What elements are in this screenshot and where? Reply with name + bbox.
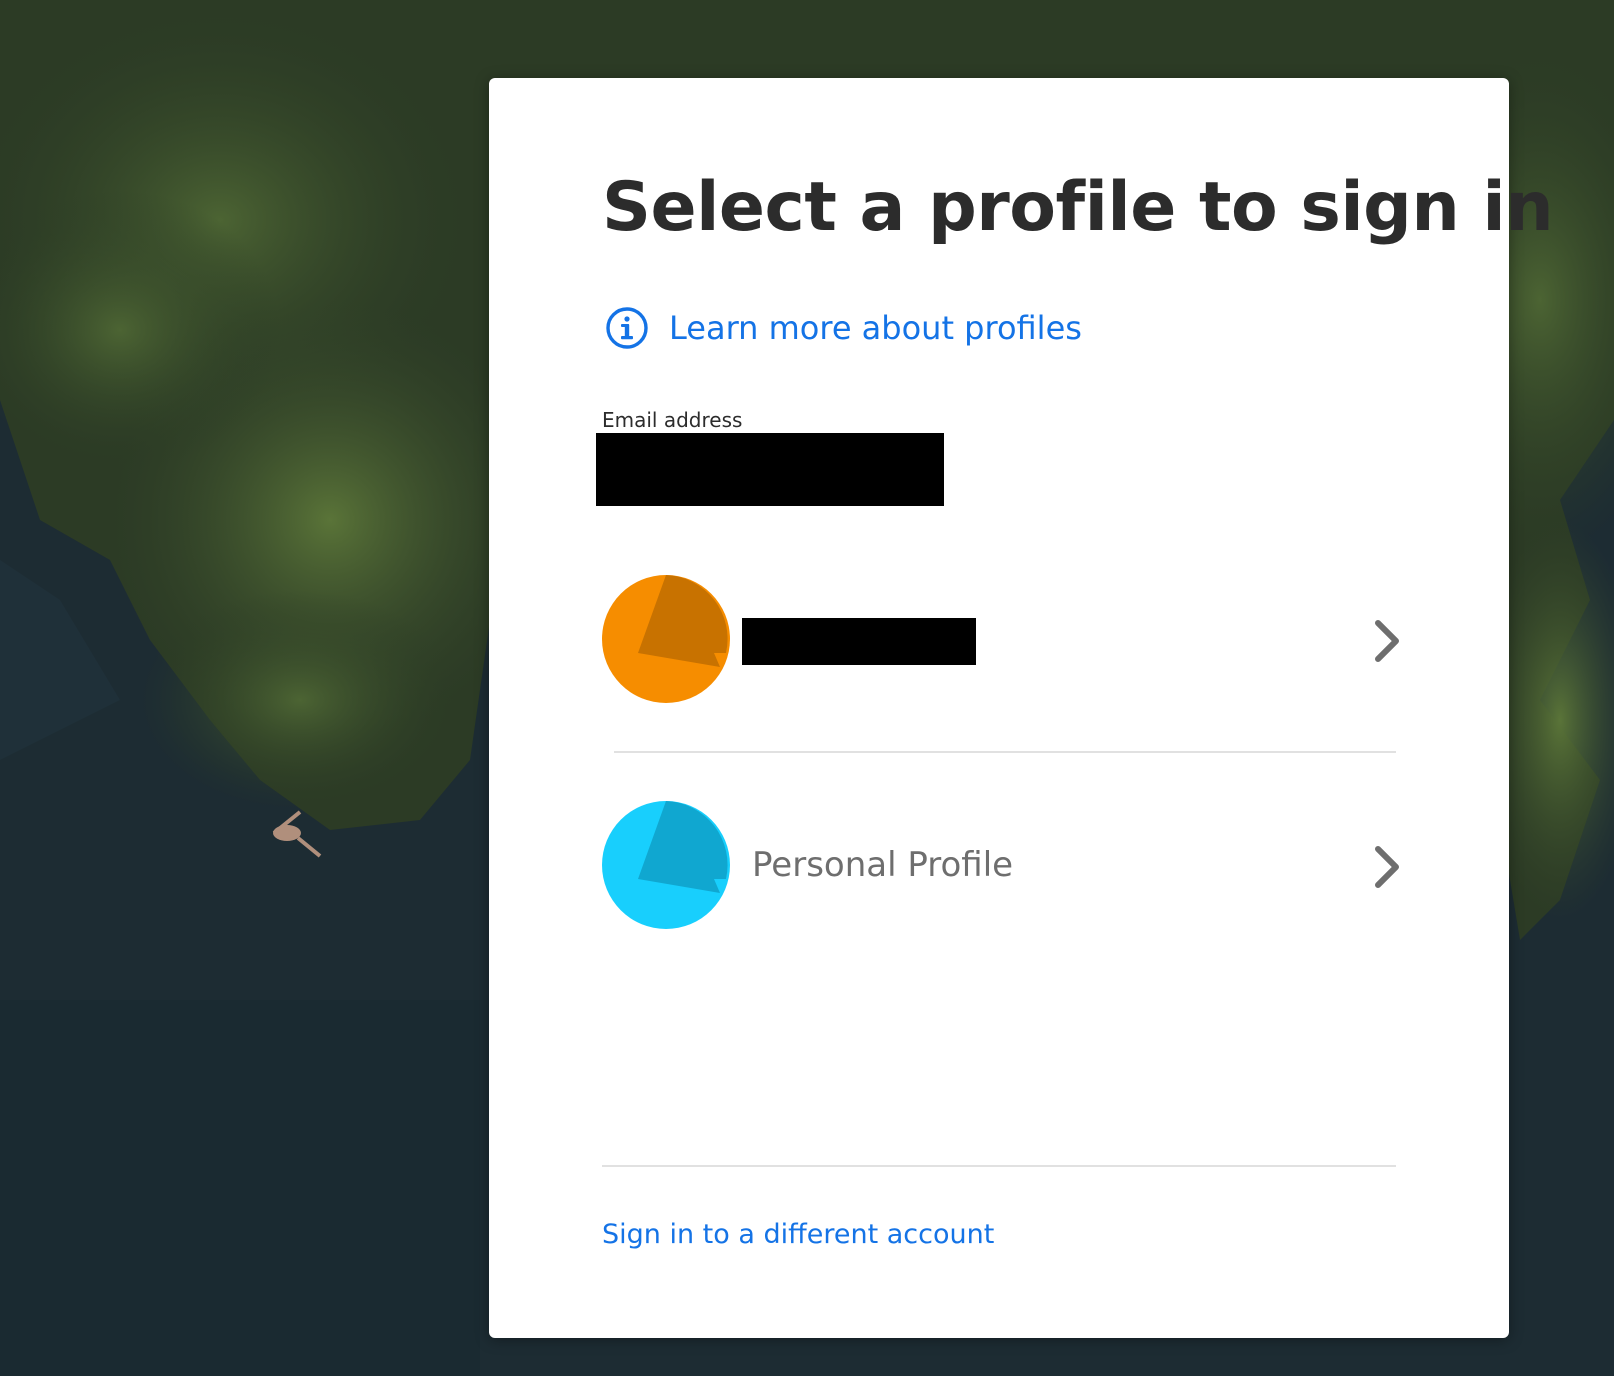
profile-row-business[interactable] [602, 575, 1402, 705]
email-value-redacted [596, 433, 944, 506]
sign-in-different-account-link[interactable]: Sign in to a different account [602, 1219, 994, 1250]
chevron-right-icon [1375, 620, 1399, 662]
divider [602, 1165, 1396, 1167]
learn-more-link[interactable]: Learn more about profiles [605, 306, 1082, 350]
page-title: Select a profile to sign in [602, 168, 1554, 247]
profile-avatar-icon [602, 575, 730, 703]
chevron-right-icon [1375, 846, 1399, 888]
profile-selector-card: Select a profile to sign in Learn more a… [489, 78, 1554, 1338]
email-label: Email address [602, 408, 743, 432]
divider [614, 751, 1396, 753]
profile-name: Personal Profile [752, 845, 1014, 885]
info-circle-icon [606, 307, 648, 349]
profile-name-redacted [742, 618, 976, 665]
profile-row-personal[interactable]: Personal Profile [602, 801, 1402, 931]
learn-more-label: Learn more about profiles [669, 309, 1082, 347]
profile-avatar-icon [602, 801, 730, 929]
